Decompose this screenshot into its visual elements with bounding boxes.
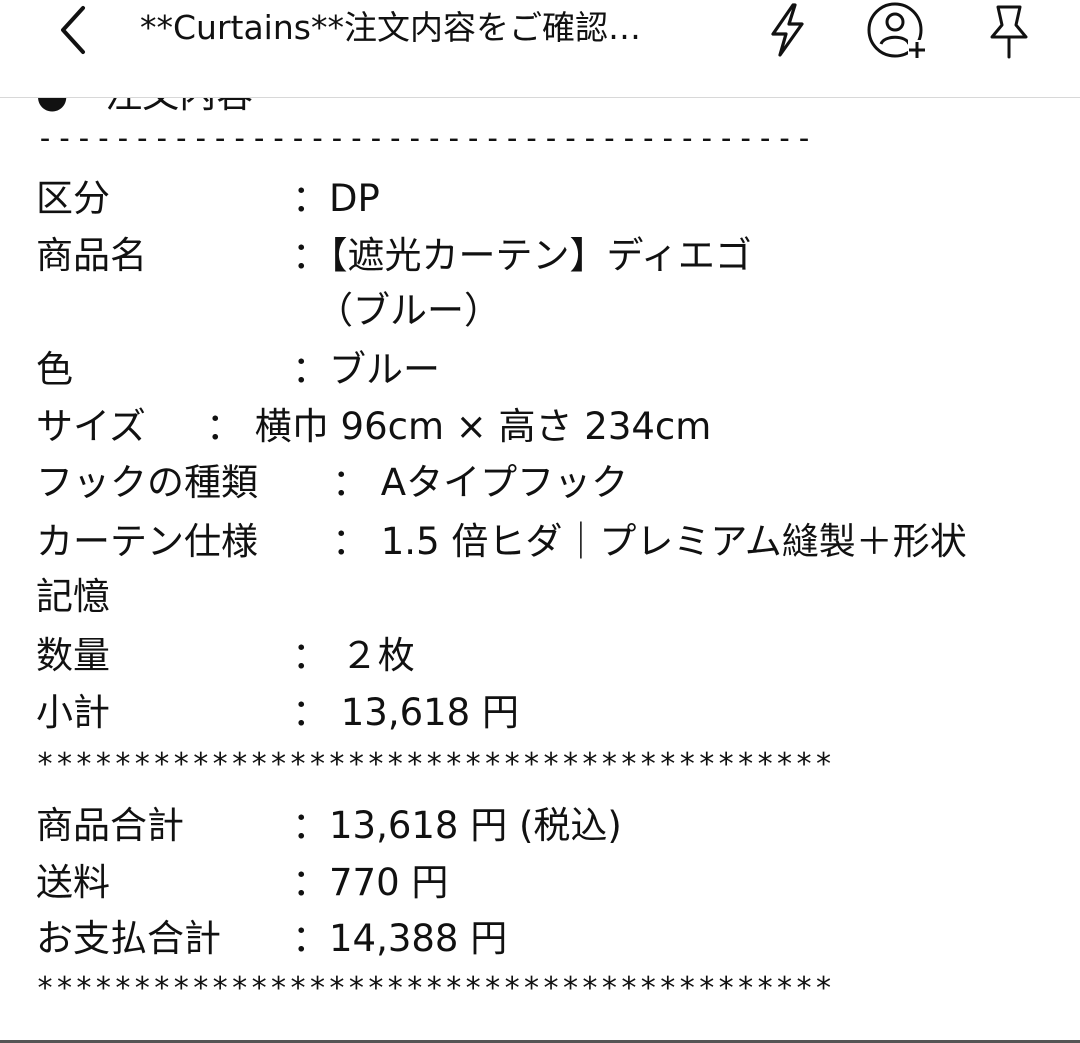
shipping-row: 送料 ：770 円 <box>36 860 448 906</box>
color-row: 色 ：ブルー <box>36 347 440 393</box>
pin-button[interactable] <box>974 0 1044 62</box>
category-row: 区分 ：DP <box>36 176 380 222</box>
hook-value: ： Aタイプフック <box>332 461 629 504</box>
size-row: サイズ ： 横巾 96cm × 高さ 234cm <box>36 404 711 450</box>
hook-row: フックの種類 ： Aタイプフック <box>36 460 628 506</box>
payment-total-value: ：14,388 円 <box>292 917 508 960</box>
add-recipient-button[interactable] <box>860 0 934 62</box>
hook-label: フックの種類 <box>36 461 258 504</box>
shipping-label: 送料 <box>36 861 110 904</box>
spec-row: カーテン仕様 ： 1.5 倍ヒダ｜プレミアム縫製＋形状 <box>36 519 967 565</box>
star-separator: ****************************************… <box>36 747 834 782</box>
goods-total-label: 商品合計 <box>36 804 184 847</box>
quantity-label: 数量 <box>36 634 110 677</box>
goods-total-row: 商品合計 ：13,618 円 (税込) <box>36 803 622 849</box>
star-separator-bottom: ****************************************… <box>36 971 834 1006</box>
size-label: サイズ <box>36 405 146 448</box>
top-bar: **Curtains**注文内容をご確認… <box>0 0 1080 98</box>
size-value: ： 横巾 96cm × 高さ 234cm <box>206 405 712 448</box>
subtotal-value: ： 13,618 円 <box>292 691 519 734</box>
payment-total-label: お支払合計 <box>36 917 221 960</box>
category-label: 区分 <box>36 177 110 220</box>
product-label: 商品名 <box>36 234 147 277</box>
color-value: ：ブルー <box>292 348 440 391</box>
payment-total-row: お支払合計 ：14,388 円 <box>36 916 507 962</box>
product-row: 商品名 ：【遮光カーテン】ディエゴ <box>36 233 752 279</box>
subtotal-row: 小計 ： 13,618 円 <box>36 690 519 736</box>
back-button[interactable] <box>38 0 108 60</box>
spec-label: カーテン仕様 <box>36 520 258 563</box>
dash-separator: ---------------------------------------- <box>36 121 815 156</box>
shipping-value: ：770 円 <box>292 861 449 904</box>
add-user-icon <box>867 2 926 58</box>
email-body: ●・注文内容 ---------------------------------… <box>0 0 1080 1043</box>
lightning-bolt-icon <box>771 3 804 57</box>
quick-action-button[interactable] <box>752 0 822 60</box>
color-label: 色 <box>36 348 73 391</box>
quantity-row: 数量 ： ２枚 <box>36 633 415 679</box>
pin-icon <box>990 5 1028 59</box>
chevron-left-icon <box>61 6 85 54</box>
quantity-value: ： ２枚 <box>292 634 415 677</box>
category-value: ：DP <box>292 177 380 220</box>
product-value-cont: （ブルー） <box>316 289 501 332</box>
spec-value-cont: 記憶 <box>36 575 110 618</box>
spec-value: ： 1.5 倍ヒダ｜プレミアム縫製＋形状 <box>332 520 967 563</box>
product-value: ：【遮光カーテン】ディエゴ <box>292 234 752 277</box>
subtotal-label: 小計 <box>36 691 110 734</box>
page-title: **Curtains**注文内容をご確認… <box>140 8 641 47</box>
goods-total-value: ：13,618 円 (税込) <box>292 804 622 847</box>
